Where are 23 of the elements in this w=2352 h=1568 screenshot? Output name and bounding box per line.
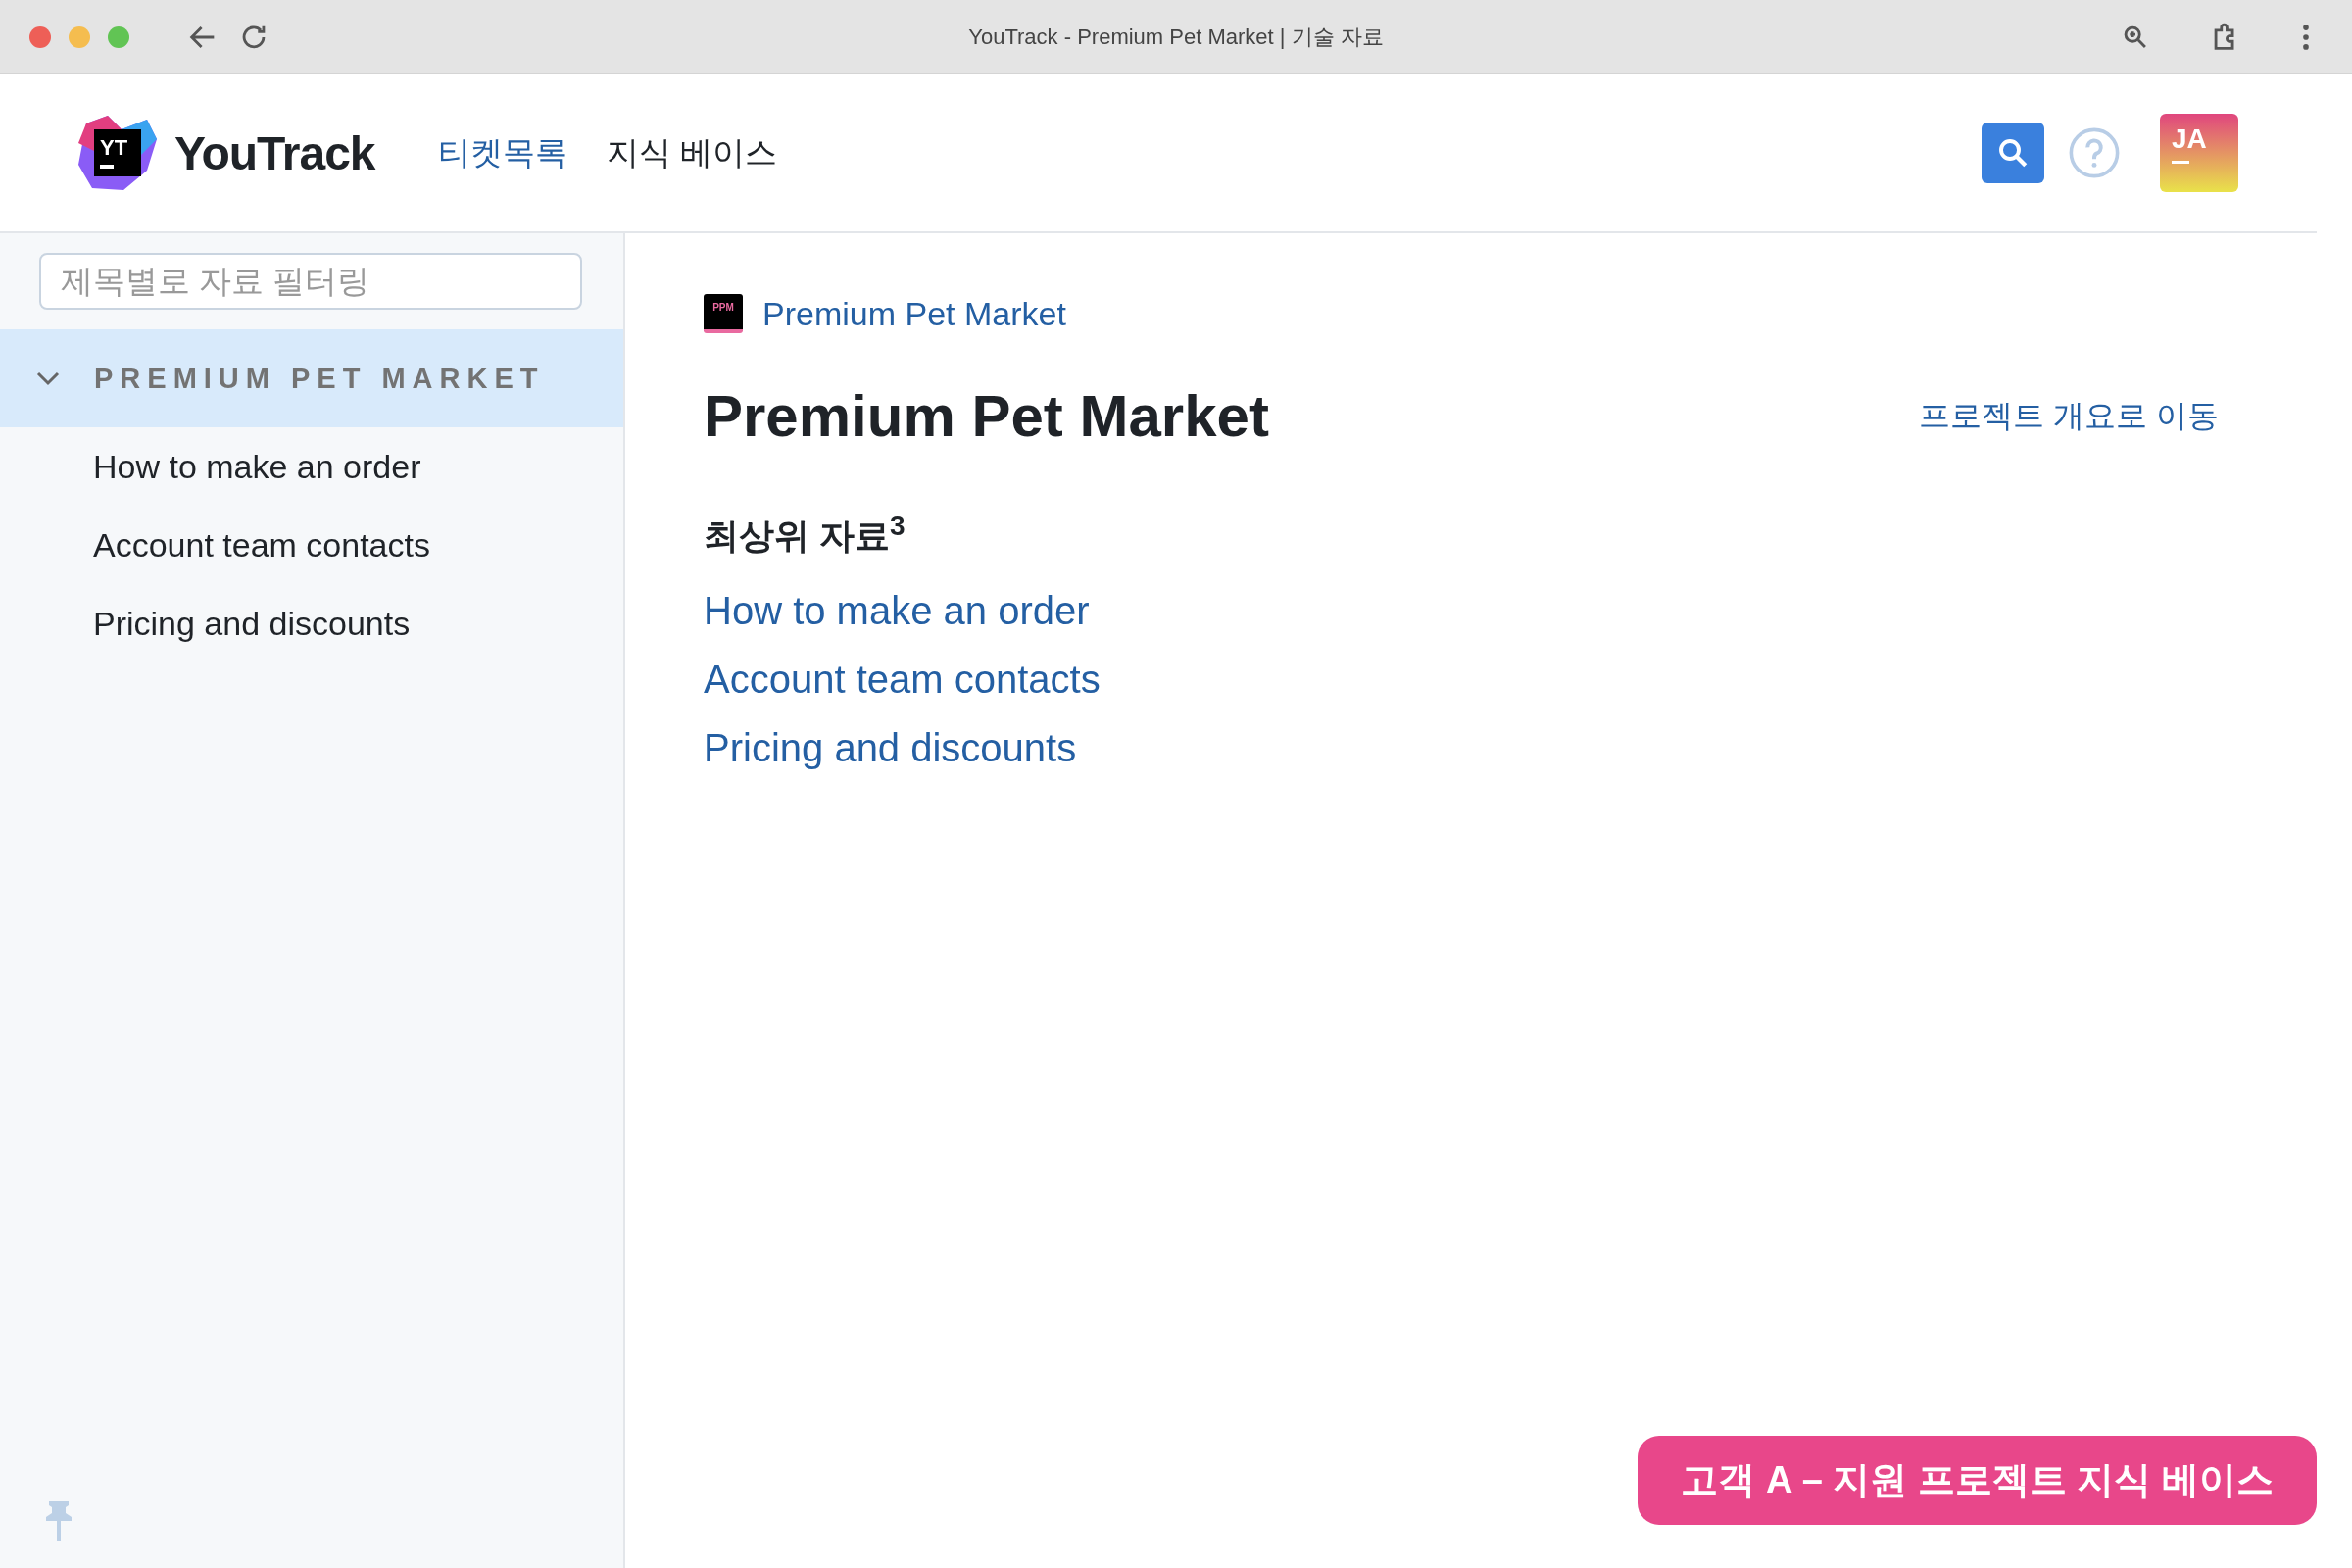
logo-icon[interactable]: YT xyxy=(78,114,157,192)
breadcrumb-link[interactable]: Premium Pet Market xyxy=(762,294,1066,333)
chevron-icon[interactable] xyxy=(35,370,61,386)
project-overview-link[interactable]: 프로젝트 개요로 이동 xyxy=(1919,394,2219,438)
tree-group-row[interactable]: PREMIUM PET MARKET xyxy=(0,329,623,427)
article-item[interactable]: Account team contacts xyxy=(0,506,623,584)
close-window-icon[interactable] xyxy=(29,25,51,48)
project-label[interactable]: PREMIUM PET MARKET xyxy=(94,362,545,395)
nav-link[interactable]: 티켓목록 xyxy=(437,130,567,175)
knowledge-base-banner: 고객 A – 지원 프로젝트 지식 베이스 xyxy=(1638,1436,2317,1525)
article-item[interactable]: Pricing and discounts xyxy=(0,584,623,662)
project-badge: PPM xyxy=(704,294,743,333)
section-heading: 최상위 자료$^{3}$ xyxy=(704,511,906,558)
nav-link[interactable]: 지식 베이스 xyxy=(606,130,777,175)
article-link[interactable]: How to make an order xyxy=(704,576,1090,645)
filter-field[interactable]: 제목별로 자료 필터링 xyxy=(39,253,582,310)
article-link[interactable]: Account team contacts xyxy=(704,645,1101,713)
article-link[interactable]: Pricing and discounts xyxy=(704,713,1077,782)
window-title: YouTrack - Premium Pet Market | 기술 자료 xyxy=(968,24,1384,49)
article-item[interactable]: How to make an order xyxy=(0,427,623,506)
page-title: Premium Pet Market xyxy=(704,382,1270,450)
search-button[interactable] xyxy=(1982,122,2044,183)
logo-text[interactable]: YouTrack xyxy=(174,125,375,180)
